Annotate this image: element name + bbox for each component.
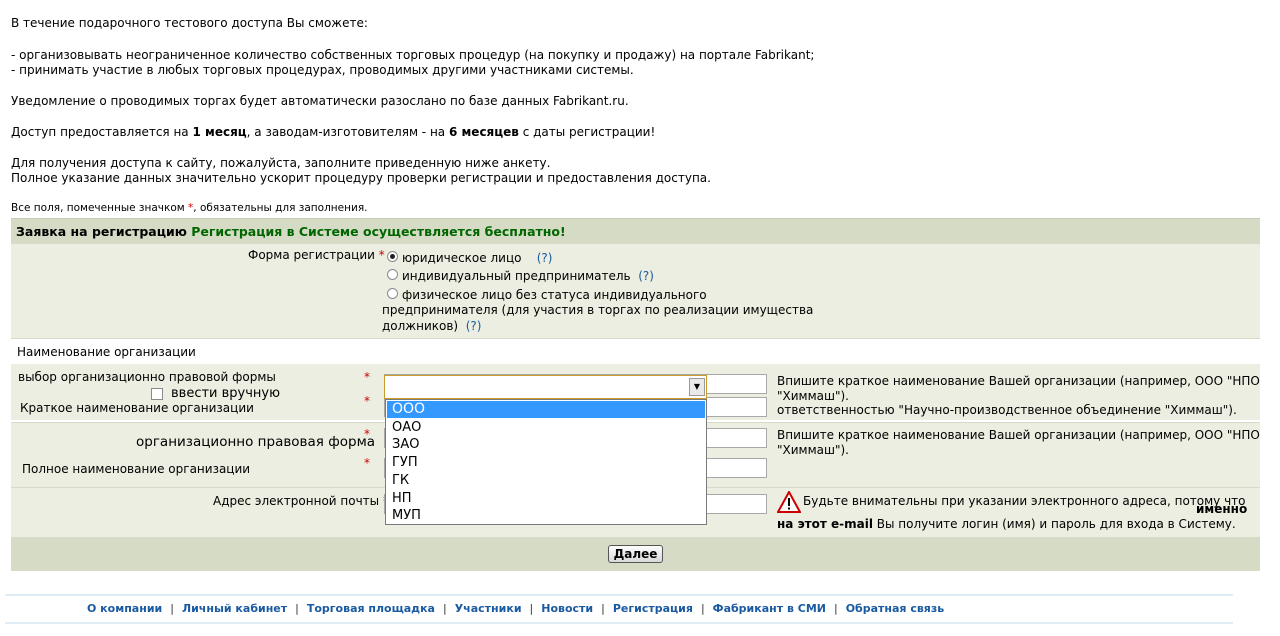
intro-notice: Уведомление о проводимых торгах будет ав…: [11, 94, 629, 108]
reg-form-label: Форма регистрации *: [248, 248, 385, 262]
required-star: *: [364, 456, 370, 470]
footer-nav: О компании | Личный кабинет | Торговая площа…: [87, 602, 945, 615]
required-star: *: [364, 370, 370, 384]
required-star: *: [364, 427, 370, 441]
footer-link-cabinet[interactable]: Личный кабинет: [182, 602, 287, 615]
footer-link-registration[interactable]: Регистрация: [613, 602, 693, 615]
email-label: Адрес электронной почты *: [213, 494, 389, 508]
org-type-label: выбор организационно правовой формы: [18, 370, 276, 384]
email-hint-2: на этот e-mail Вы получите логин (имя) и…: [777, 517, 1236, 531]
email-hint-bold-1: именно: [1196, 502, 1248, 516]
org-section: [11, 338, 1260, 366]
intro-fill-1: Для получения доступа к сайту, пожалуйст…: [11, 156, 551, 170]
dropdown-option[interactable]: ОАО: [387, 419, 705, 436]
legal-form-label: организационно правовая форма: [136, 434, 376, 450]
radio-legal-entity-label: юридическое лицо (?): [402, 251, 553, 265]
footer-link-feedback[interactable]: Обратная связь: [846, 602, 945, 615]
radio-entrepreneur-label: индивидуальный предприниматель (?): [402, 269, 654, 283]
dropdown-option[interactable]: ГУП: [387, 454, 705, 471]
intro-line: В течение подарочного тестового доступа …: [11, 16, 368, 30]
form-header: Заявка на регистрацию Регистрация в Сист…: [11, 218, 1260, 244]
radio-individual[interactable]: [387, 288, 398, 299]
radio-legal-entity[interactable]: [387, 251, 398, 262]
full-name-label: Полное наименование организации: [22, 462, 251, 476]
intro-access: Доступ предоставляется на 1 месяц, а зав…: [11, 125, 656, 139]
radio-individual-label-3: должников) (?): [382, 319, 482, 333]
help-link[interactable]: (?): [537, 251, 553, 265]
intro-bullet-2: - принимать участие в любых торговых про…: [11, 63, 634, 77]
full-name-hint-2: "Химмаш").: [777, 443, 849, 457]
footer-link-media[interactable]: Фабрикант в СМИ: [713, 602, 826, 615]
footer-divider: [5, 594, 1233, 596]
required-note: Все поля, помеченные значком *, обязател…: [11, 202, 368, 214]
short-name-hint-3: ответственностью "Научно-производственно…: [777, 403, 1237, 417]
help-link[interactable]: (?): [466, 319, 482, 333]
footer-link-news[interactable]: Новости: [541, 602, 593, 615]
next-button[interactable]: Далее: [608, 545, 663, 563]
footer-link-trade[interactable]: Торговая площадка: [307, 602, 435, 615]
radio-individual-label-2: предпринимателя (для участия в торгах по…: [382, 303, 814, 317]
dropdown-option[interactable]: МУП: [387, 507, 705, 524]
short-name-hint-1: Впишите краткое наименование Вашей орган…: [777, 374, 1260, 388]
full-name-hint-1: Впишите краткое наименование Вашей орган…: [777, 428, 1260, 442]
dropdown-option[interactable]: ООО: [387, 401, 705, 418]
radio-individual-label-1: физическое лицо без статуса индивидуальн…: [402, 288, 707, 302]
dropdown-option[interactable]: ГК: [387, 472, 705, 489]
short-name-hint-2: "Химмаш").: [777, 389, 849, 403]
dropdown-option[interactable]: НП: [387, 490, 705, 507]
email-hint-1: Будьте внимательны при указании электрон…: [803, 494, 1246, 508]
footer-link-members[interactable]: Участники: [455, 602, 522, 615]
org-type-select[interactable]: ▼: [384, 375, 707, 399]
short-name-label: Краткое наименование организации: [20, 401, 254, 415]
footer-divider: [5, 622, 1233, 624]
required-star: *: [364, 394, 370, 408]
help-link[interactable]: (?): [638, 269, 654, 283]
org-section-title: Наименование организации: [17, 345, 196, 359]
radio-entrepreneur[interactable]: [387, 269, 398, 280]
footer-link-about[interactable]: О компании: [87, 602, 162, 615]
intro-bullet-1: - организовывать неограниченное количест…: [11, 48, 815, 62]
dropdown-option[interactable]: ЗАО: [387, 436, 705, 453]
chevron-down-icon[interactable]: ▼: [689, 378, 705, 396]
warning-icon: [777, 491, 801, 513]
manual-entry-label: ввести вручную: [171, 386, 281, 401]
org-type-dropdown[interactable]: ООО ОАО ЗАО ГУП ГК НП МУП: [385, 399, 707, 525]
manual-entry-checkbox[interactable]: [151, 388, 163, 400]
intro-fill-2: Полное указание данных значительно ускор…: [11, 171, 711, 185]
